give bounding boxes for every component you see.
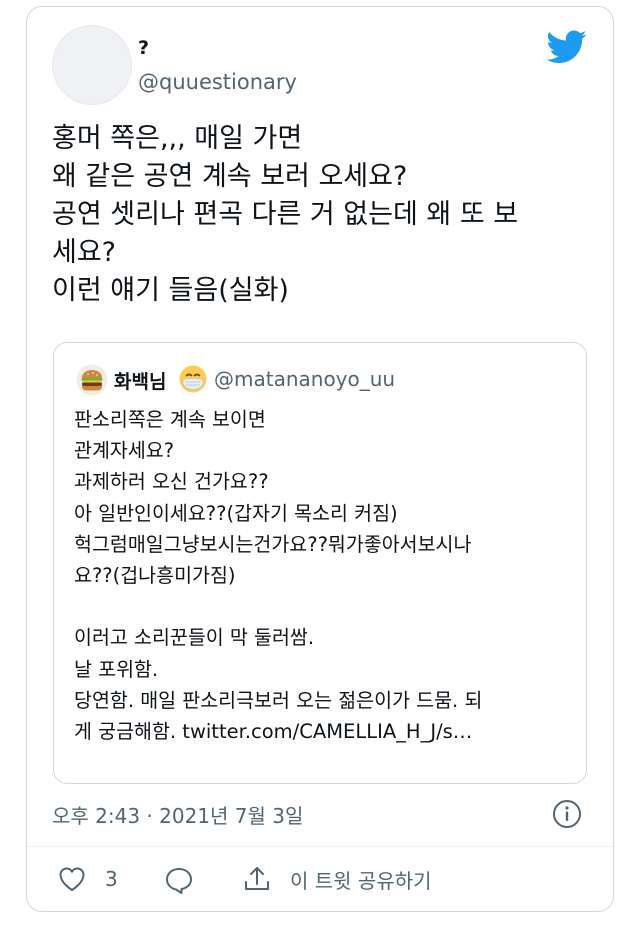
quote-text-line: 판소리쪽은 계속 보이면 xyxy=(74,408,266,431)
quote-text-line xyxy=(74,591,574,622)
like-button[interactable]: 3 xyxy=(58,866,118,892)
avatar[interactable] xyxy=(52,25,132,105)
share-label: 이 트윗 공유하기 xyxy=(290,868,432,893)
mask-face-emoji-icon xyxy=(179,365,207,393)
divider xyxy=(27,846,613,847)
tweet-text-line: 홍머 쪽은,,, 매일 가면 xyxy=(52,123,303,154)
quote-user-handle[interactable]: @matananoyo_uu xyxy=(214,367,395,391)
heart-icon xyxy=(59,867,85,891)
tweet-text-line: 왜 같은 공연 계속 보러 오세요? xyxy=(52,161,408,192)
reply-button[interactable] xyxy=(164,866,194,894)
quote-text-line: 관계자세요? xyxy=(74,439,175,463)
quote-text-line: 이러고 소리꾼들이 막 둘러쌈. xyxy=(74,626,315,650)
quote-text-line: 아 일반인이세요??(갑자기 목소리 커짐) xyxy=(74,501,398,525)
reply-icon xyxy=(166,868,192,894)
twitter-bird-icon[interactable] xyxy=(547,30,587,64)
quote-text-line[interactable]: 게 궁금해함. twitter.com/CAMELLIA_H_J/s… xyxy=(74,716,574,747)
tweet-text: 홍머 쪽은,,, 매일 가면 왜 같은 공연 계속 보러 오세요? 공연 셋리나… xyxy=(52,120,592,310)
user-handle[interactable]: @quuestionary xyxy=(138,70,297,94)
display-name[interactable]: ? xyxy=(138,37,149,59)
quote-text: 판소리쪽은 계속 보이면 관계자세요? 과제하러 오신 건가요?? 아 일반인이… xyxy=(74,404,574,747)
quote-text-line: 과제하러 오신 건가요?? xyxy=(74,470,269,494)
info-icon[interactable] xyxy=(552,799,582,829)
tweet-text-line: 이런 얘기 들음(실화) xyxy=(52,275,289,306)
quote-display-name[interactable]: 화백님 xyxy=(114,367,166,394)
like-count: 3 xyxy=(105,867,118,891)
share-button[interactable]: 이 트윗 공유하기 xyxy=(242,864,432,894)
burger-avatar-icon[interactable] xyxy=(76,364,108,396)
tweet-text-line: 공연 셋리나 편곡 다른 거 없는데 왜 또 보 xyxy=(52,199,519,230)
quote-text-line: 날 포위함. xyxy=(74,657,159,681)
quote-text-line: 요??(겁나흥미가짐) xyxy=(74,564,236,588)
share-icon xyxy=(245,867,269,890)
tweet-timestamp[interactable]: 오후 2:43 · 2021년 7월 3일 xyxy=(52,800,303,829)
tweet-text-line: 세요? xyxy=(52,237,117,268)
quote-text-line: 헉그럼매일그냥보시는건가요??뭐가좋아서보시나 xyxy=(74,532,472,556)
quote-text-line: 당연함. 매일 판소리극보러 오는 젊은이가 드뭄. 되 xyxy=(74,688,483,712)
